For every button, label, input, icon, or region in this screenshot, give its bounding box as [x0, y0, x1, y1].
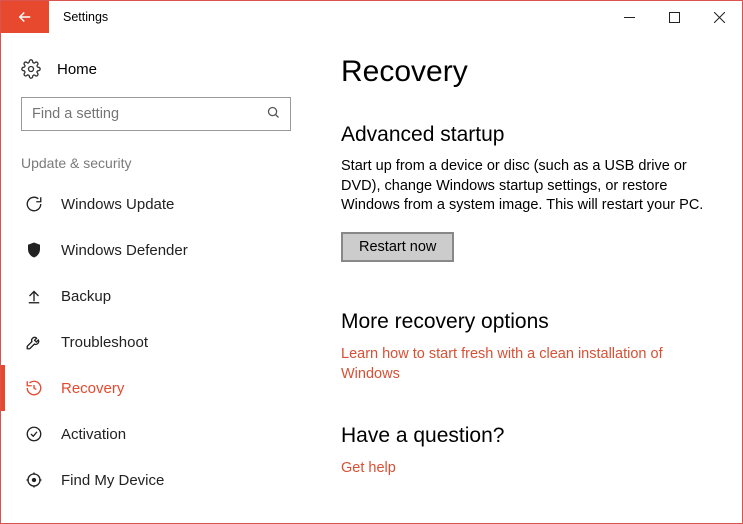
- advanced-startup-section: Advanced startup Start up from a device …: [341, 123, 712, 262]
- more-recovery-heading: More recovery options: [341, 310, 712, 334]
- minimize-button[interactable]: [607, 1, 652, 33]
- maximize-icon: [669, 12, 680, 23]
- wrench-icon: [25, 333, 43, 351]
- sidebar-item-troubleshoot[interactable]: Troubleshoot: [1, 319, 311, 365]
- category-label: Update & security: [1, 155, 311, 181]
- sidebar-item-label: Backup: [61, 288, 111, 305]
- fresh-install-link[interactable]: Learn how to start fresh with a clean in…: [341, 344, 712, 385]
- window-title: Settings: [49, 1, 607, 33]
- content: Home Update & security Windows Update Wi…: [1, 33, 742, 523]
- maximize-button[interactable]: [652, 1, 697, 33]
- sidebar-item-label: Windows Defender: [61, 242, 188, 259]
- main-content: Recovery Advanced startup Start up from …: [311, 33, 742, 523]
- arrow-left-icon: [16, 8, 34, 26]
- home-label: Home: [57, 61, 97, 78]
- window-controls: [607, 1, 742, 33]
- get-help-link[interactable]: Get help: [341, 458, 712, 478]
- question-heading: Have a question?: [341, 424, 712, 448]
- back-button[interactable]: [1, 1, 49, 33]
- backup-icon: [25, 287, 43, 305]
- titlebar: Settings: [1, 1, 742, 33]
- location-icon: [25, 471, 43, 489]
- sidebar-item-backup[interactable]: Backup: [1, 273, 311, 319]
- search-container: [21, 97, 291, 131]
- sidebar-item-find-my-device[interactable]: Find My Device: [1, 457, 311, 503]
- sidebar-item-label: Windows Update: [61, 196, 174, 213]
- sidebar-item-label: Find My Device: [61, 472, 164, 489]
- advanced-startup-heading: Advanced startup: [341, 123, 712, 147]
- sidebar-item-label: Troubleshoot: [61, 334, 148, 351]
- search-input[interactable]: [21, 97, 291, 131]
- sidebar-item-recovery[interactable]: Recovery: [1, 365, 311, 411]
- restart-now-button[interactable]: Restart now: [341, 232, 454, 262]
- sidebar: Home Update & security Windows Update Wi…: [1, 33, 311, 523]
- shield-icon: [25, 241, 43, 259]
- sidebar-item-windows-update[interactable]: Windows Update: [1, 181, 311, 227]
- close-button[interactable]: [697, 1, 742, 33]
- close-icon: [714, 12, 725, 23]
- minimize-icon: [624, 12, 635, 23]
- sidebar-item-label: Activation: [61, 426, 126, 443]
- activation-icon: [25, 425, 43, 443]
- sidebar-item-label: Recovery: [61, 380, 124, 397]
- recovery-icon: [25, 379, 43, 397]
- advanced-startup-body: Start up from a device or disc (such as …: [341, 157, 712, 216]
- sidebar-item-activation[interactable]: Activation: [1, 411, 311, 457]
- question-section: Have a question? Get help: [341, 424, 712, 478]
- gear-icon: [21, 59, 41, 79]
- sidebar-item-windows-defender[interactable]: Windows Defender: [1, 227, 311, 273]
- more-recovery-section: More recovery options Learn how to start…: [341, 310, 712, 385]
- home-nav[interactable]: Home: [1, 51, 311, 97]
- page-title: Recovery: [341, 55, 712, 89]
- sync-icon: [25, 195, 43, 213]
